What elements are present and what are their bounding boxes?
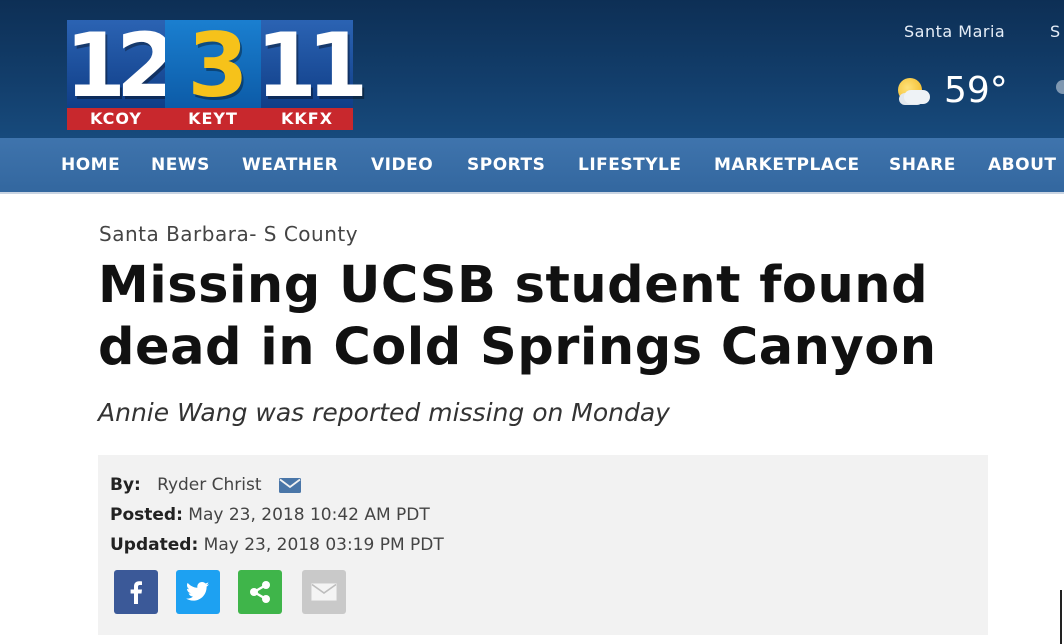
weather-widget[interactable]: 59° <box>894 70 1008 111</box>
logo-number-3: 3 <box>165 14 261 117</box>
nav-about[interactable]: ABOUT <box>988 138 1056 192</box>
partly-sunny-icon <box>894 76 930 106</box>
headline-line-2: dead in Cold Springs Canyon <box>98 318 937 377</box>
updated-date: May 23, 2018 03:19 PM PDT <box>203 535 444 555</box>
email-icon <box>311 583 337 601</box>
posted-label: Posted: <box>110 505 183 525</box>
page-edge-line <box>1060 590 1062 644</box>
logo-number-12: 12 <box>64 13 177 117</box>
generic-share-button[interactable] <box>238 570 282 614</box>
posted-row: Posted: May 23, 2018 10:42 AM PDT <box>110 505 430 525</box>
email-share-button[interactable] <box>302 570 346 614</box>
station-logo[interactable]: 12 3 11 KCOY KEYT KKFX <box>64 13 368 132</box>
share-icon <box>250 581 270 603</box>
facebook-icon <box>130 581 142 604</box>
logo-callsign-kkfx: KKFX <box>261 108 353 130</box>
logo-callsign-kcoy: KCOY <box>67 108 165 130</box>
twitter-share-button[interactable] <box>176 570 220 614</box>
nav-weather[interactable]: WEATHER <box>242 138 338 192</box>
nav-lifestyle[interactable]: LIFESTYLE <box>578 138 681 192</box>
mail-icon[interactable] <box>278 477 301 493</box>
updated-label: Updated: <box>110 535 199 555</box>
byline-label: By: <box>110 475 141 495</box>
site-header: 12 3 11 KCOY KEYT KKFX Santa Maria S 59° <box>0 0 1064 138</box>
article-meta-box: By: Ryder Christ Posted: May 23, 2018 10… <box>98 455 988 635</box>
main-nav: HOME NEWS WEATHER VIDEO SPORTS LIFESTYLE… <box>0 138 1064 194</box>
weather-next-city[interactable]: S <box>1050 22 1061 41</box>
nav-share[interactable]: SHARE <box>889 138 956 192</box>
logo-callsign-keyt: KEYT <box>165 108 261 130</box>
weather-city[interactable]: Santa Maria <box>904 22 1005 41</box>
twitter-icon <box>186 582 209 601</box>
byline-row: By: Ryder Christ <box>110 475 301 495</box>
nav-marketplace[interactable]: MARKETPLACE <box>714 138 860 192</box>
weather-temperature: 59° <box>944 70 1008 111</box>
author-name[interactable]: Ryder Christ <box>157 475 261 495</box>
article-headline: Missing UCSB student found dead in Cold … <box>98 255 1018 379</box>
nav-home[interactable]: HOME <box>61 138 120 192</box>
nav-sports[interactable]: SPORTS <box>467 138 545 192</box>
logo-number-11: 11 <box>255 13 368 117</box>
article-subhead: Annie Wang was reported missing on Monda… <box>98 398 670 427</box>
facebook-share-button[interactable] <box>114 570 158 614</box>
posted-date: May 23, 2018 10:42 AM PDT <box>188 505 430 525</box>
updated-row: Updated: May 23, 2018 03:19 PM PDT <box>110 535 444 555</box>
nav-video[interactable]: VIDEO <box>371 138 433 192</box>
headline-line-1: Missing UCSB student found <box>98 256 929 315</box>
section-label[interactable]: Santa Barbara- S County <box>99 222 358 246</box>
weather-next-icon <box>1056 80 1064 94</box>
nav-news[interactable]: NEWS <box>151 138 210 192</box>
